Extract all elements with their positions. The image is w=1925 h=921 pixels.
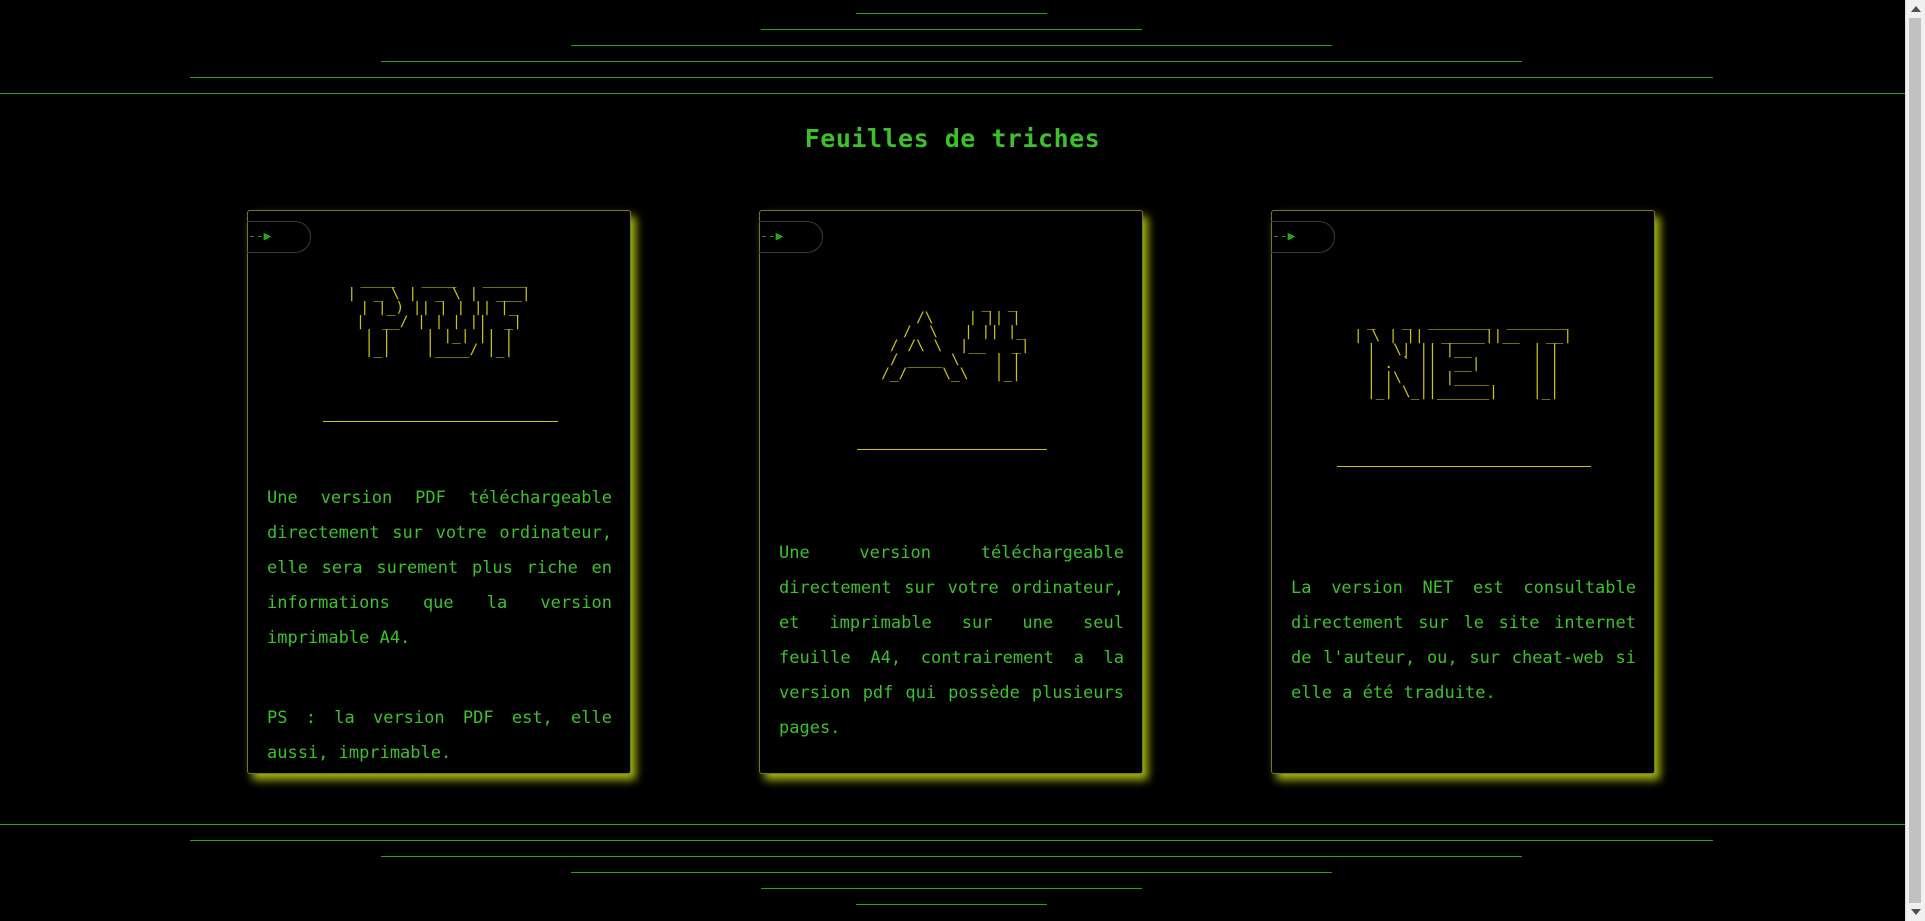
card-tag-arrow: --▶ xyxy=(1271,221,1335,253)
deco-line xyxy=(190,77,1713,78)
deco-line xyxy=(856,904,1047,905)
deco-line xyxy=(0,93,1905,94)
card-pdf[interactable]: --▶ ____ ____ _____ | _ \ | _ \ | ___| |… xyxy=(247,210,631,774)
deco-line xyxy=(571,872,1332,873)
ascii-art-net: _ _ _______ _______ | \ | || _____||__ _… xyxy=(1353,314,1573,400)
vertical-scrollbar[interactable] xyxy=(1905,0,1925,921)
ascii-art-a4: _ _ /\ | || | / \ | || |_ / /\ \ |__ _| … xyxy=(881,296,1030,382)
ascii-rule xyxy=(857,449,1047,450)
deco-line xyxy=(571,45,1332,46)
ascii-art-pdf: ____ ____ _____ | _ \ | _ \ | ___| | |_)… xyxy=(347,272,531,358)
card-description: Une version téléchargeable directement s… xyxy=(779,543,1124,738)
deco-line xyxy=(381,856,1522,857)
card-tag-arrow: --▶ xyxy=(247,221,311,253)
deco-line xyxy=(856,13,1047,14)
scroll-up-icon[interactable] xyxy=(1911,6,1921,12)
card-description: Une version PDF téléchargeable directeme… xyxy=(267,488,612,648)
card-net[interactable]: --▶ _ _ _______ _______ | \ | || _____||… xyxy=(1271,210,1655,774)
card-tag-arrow: --▶ xyxy=(759,221,823,253)
deco-line xyxy=(381,61,1522,62)
scroll-down-icon[interactable] xyxy=(1911,909,1921,915)
ascii-rule xyxy=(1337,466,1591,467)
card-description: La version NET est consultable directeme… xyxy=(1291,578,1636,703)
ascii-rule xyxy=(323,421,558,422)
deco-line xyxy=(761,888,1142,889)
card-note: PS : la version PDF est, elle aussi, imp… xyxy=(267,708,612,763)
deco-line xyxy=(190,840,1713,841)
deco-line xyxy=(0,824,1905,825)
deco-line xyxy=(761,29,1142,30)
card-a4[interactable]: --▶ _ _ /\ | || | / \ | || |_ / /\ \ |__… xyxy=(759,210,1143,774)
scrollbar-thumb[interactable] xyxy=(1909,18,1921,903)
page-title: Feuilles de triches xyxy=(804,124,1101,153)
